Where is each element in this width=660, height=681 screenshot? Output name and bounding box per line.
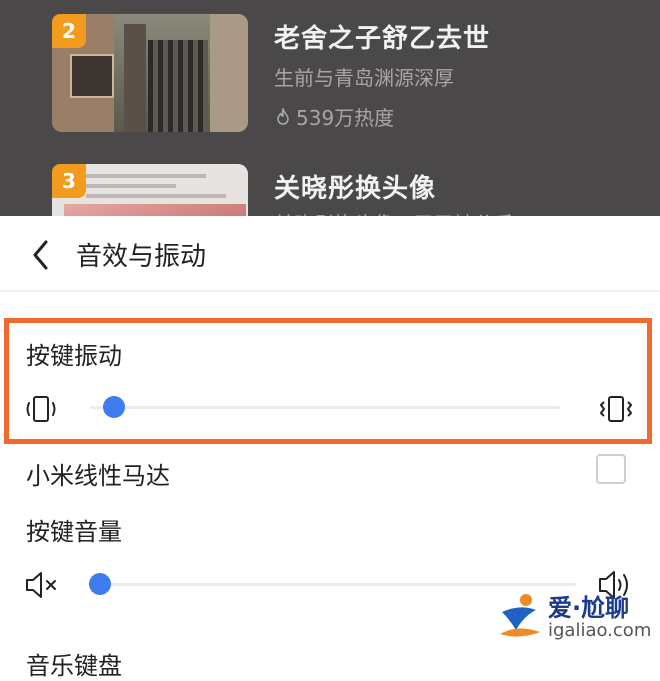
brand-logo-icon <box>500 594 540 637</box>
rank-badge: 2 <box>52 14 86 48</box>
watermark: 爱·尬聊 igaliao.com <box>496 588 656 652</box>
flame-icon <box>277 107 289 125</box>
highlight-box <box>4 318 652 444</box>
divider <box>0 290 660 292</box>
key-volume-label: 按键音量 <box>26 518 122 546</box>
watermark-url: igaliao.com <box>548 620 652 641</box>
news-subtitle: 生前与青岛渊源深厚 <box>274 66 454 90</box>
watermark-brand: 爱·尬聊 <box>548 594 630 622</box>
key-volume-slider-thumb[interactable] <box>88 573 111 595</box>
news-item[interactable]: 3 关晓彤换头像 关晓彤换头像，又又被分手 <box>0 150 660 216</box>
news-subtitle: 关晓彤换头像，又又被分手 <box>274 208 514 216</box>
rank-badge: 3 <box>52 164 86 198</box>
header: 音效与振动 <box>0 216 660 292</box>
news-title[interactable]: 老舍之子舒乙去世 <box>274 18 490 55</box>
news-feed: 2 老舍之子舒乙去世 生前与青岛渊源深厚 539万热度 3 关晓彤换头像 关晓彤… <box>0 0 660 216</box>
linear-motor-checkbox[interactable] <box>596 454 626 484</box>
news-item[interactable]: 2 老舍之子舒乙去世 生前与青岛渊源深厚 539万热度 <box>0 0 660 140</box>
page-title: 音效与振动 <box>76 242 207 272</box>
next-setting-label: 音乐键盘 <box>26 652 122 680</box>
volume-mute-icon <box>26 572 56 598</box>
news-title[interactable]: 关晓彤换头像 <box>274 168 436 205</box>
chevron-left-icon[interactable] <box>28 238 54 272</box>
linear-motor-label: 小米线性马达 <box>26 462 170 490</box>
key-volume-slider[interactable] <box>90 583 576 586</box>
news-heat: 539万热度 <box>274 102 394 131</box>
heat-value: 539万热度 <box>296 106 395 130</box>
